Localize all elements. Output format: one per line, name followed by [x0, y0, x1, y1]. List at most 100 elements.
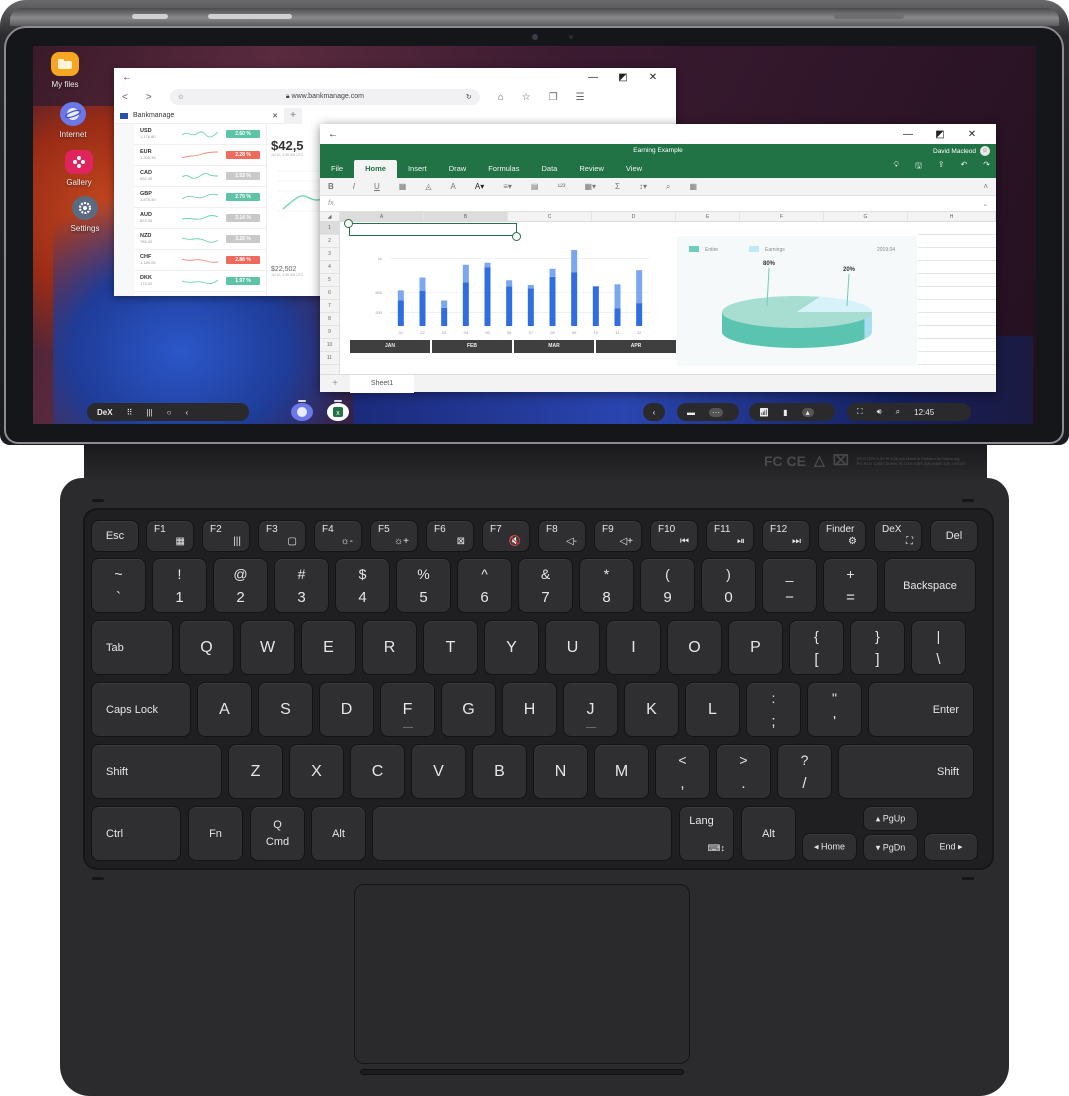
row-header[interactable]: 10: [320, 339, 339, 352]
key-f2[interactable]: F2 |||: [202, 520, 250, 552]
key-symbol[interactable]: | \: [911, 620, 966, 675]
key-home[interactable]: ◂ Home: [802, 833, 857, 861]
key-end[interactable]: End ▸: [924, 833, 978, 861]
key-finder[interactable]: Finder ⚙: [818, 520, 866, 552]
key-m[interactable]: M: [594, 744, 649, 799]
selected-range[interactable]: [349, 223, 517, 236]
key-7[interactable]: & 7: [518, 558, 573, 613]
tab-formulas[interactable]: Formulas: [477, 160, 530, 178]
key-y[interactable]: Y: [484, 620, 539, 675]
key-pgdn[interactable]: ▾ PgDn: [863, 834, 918, 861]
tabs-icon[interactable]: ❐: [549, 92, 558, 103]
home-icon[interactable]: ⌂: [498, 92, 504, 103]
desktop-icon-my-files[interactable]: My files: [35, 52, 95, 89]
autosum-icon[interactable]: Σ: [615, 182, 620, 191]
key-f7[interactable]: F7 🔇: [482, 520, 530, 552]
reload-icon[interactable]: ↻: [466, 93, 472, 101]
cell-format-icon[interactable]: ▦▾: [584, 182, 596, 191]
key-a[interactable]: A: [197, 682, 252, 737]
table-icon[interactable]: ▦: [690, 182, 698, 191]
key-symbol[interactable]: }]: [850, 620, 905, 675]
battery-icon[interactable]: ▮: [783, 408, 787, 417]
key-symbol[interactable]: >.: [716, 744, 771, 799]
borders-icon[interactable]: ▦: [399, 182, 407, 191]
dex-button[interactable]: DeX: [97, 408, 113, 417]
font-color-dropdown-icon[interactable]: A▾: [475, 182, 484, 191]
back-arrow-icon[interactable]: ←: [328, 129, 338, 140]
selection-handle[interactable]: [512, 232, 521, 241]
row-header[interactable]: 3: [320, 248, 339, 261]
column-header[interactable]: A: [340, 212, 424, 221]
desktop-icon-gallery[interactable]: Gallery: [49, 150, 109, 187]
new-tab-button[interactable]: +: [284, 108, 302, 124]
tab-file[interactable]: File: [320, 160, 354, 178]
row-header[interactable]: 9: [320, 326, 339, 339]
key-v[interactable]: V: [411, 744, 466, 799]
key-symbol[interactable]: ~ `: [91, 558, 146, 613]
tab-draw[interactable]: Draw: [438, 160, 478, 178]
key-4[interactable]: $4: [335, 558, 390, 613]
key-cmd[interactable]: Q Cmd: [250, 806, 305, 861]
tab-insert[interactable]: Insert: [397, 160, 438, 178]
key-o[interactable]: O: [667, 620, 722, 675]
key-j[interactable]: J: [563, 682, 618, 737]
key-enter[interactable]: Enter: [868, 682, 974, 737]
key-6[interactable]: ^ 6: [457, 558, 512, 613]
undo-icon[interactable]: ↶: [961, 160, 968, 174]
column-header[interactable]: G: [824, 212, 908, 221]
fx-rate-row[interactable]: DKK 173.52 1.97 %: [134, 271, 266, 292]
formula-bar[interactable]: fx ⌄: [320, 196, 996, 212]
touchpad[interactable]: [354, 884, 690, 1064]
taskbar-app-excel[interactable]: x: [327, 400, 349, 421]
font-color-icon[interactable]: A: [451, 182, 456, 191]
more-icon[interactable]: ···: [709, 407, 723, 417]
key-e[interactable]: E: [301, 620, 356, 675]
key-ctrl[interactable]: Ctrl: [91, 806, 181, 861]
tab-review[interactable]: Review: [568, 160, 615, 178]
key-c[interactable]: C: [350, 744, 405, 799]
minimize-button[interactable]: —: [892, 129, 924, 140]
row-header[interactable]: 6: [320, 287, 339, 300]
nav-forward-button[interactable]: >: [146, 92, 152, 103]
key-left-alt[interactable]: Alt: [311, 806, 366, 861]
row-header[interactable]: 5: [320, 274, 339, 287]
key-f1[interactable]: F1 ▦: [146, 520, 194, 552]
underline-icon[interactable]: U: [374, 182, 380, 191]
key-pgup[interactable]: ▴ PgUp: [863, 806, 918, 831]
key-g[interactable]: G: [441, 682, 496, 737]
column-header[interactable]: F: [740, 212, 824, 221]
key-2[interactable]: @2: [213, 558, 268, 613]
key-q[interactable]: Q: [179, 620, 234, 675]
key-left-shift[interactable]: Shift: [91, 744, 222, 799]
save-icon[interactable]: 🖫: [915, 160, 922, 174]
key-x[interactable]: X: [289, 744, 344, 799]
key-5[interactable]: % 5: [396, 558, 451, 613]
key-f3[interactable]: F3 ▢: [258, 520, 306, 552]
quick-panel-icon[interactable]: ▴: [801, 407, 814, 417]
back-arrow-icon[interactable]: ←: [122, 72, 132, 83]
column-header[interactable]: C: [508, 212, 592, 221]
key-f12[interactable]: F12 ⏭: [762, 520, 810, 552]
key-tab[interactable]: Tab: [91, 620, 173, 675]
screenshot-icon[interactable]: ⛶: [857, 407, 863, 417]
add-sheet-button[interactable]: +: [320, 378, 350, 389]
key-f5[interactable]: F5 ☼+: [370, 520, 418, 552]
tab-close-icon[interactable]: ✕: [272, 112, 278, 120]
key-esc[interactable]: Esc: [91, 520, 139, 552]
key-s[interactable]: S: [258, 682, 313, 737]
share-icon[interactable]: ⇪: [938, 160, 945, 174]
tab-home[interactable]: Home: [354, 160, 397, 178]
key-symbol[interactable]: _ −: [762, 558, 817, 613]
fx-rate-row[interactable]: USD 1,176.80 2.60 %: [134, 124, 266, 145]
fill-color-icon[interactable]: ◬: [425, 182, 431, 191]
key-space[interactable]: [372, 806, 672, 861]
fx-rate-row[interactable]: CHF 1,189.05 2.88 %: [134, 250, 266, 271]
message-icon[interactable]: ▬: [687, 408, 695, 417]
home-circle-icon[interactable]: ○: [167, 408, 172, 417]
align-icon[interactable]: ≡▾: [503, 182, 512, 191]
column-header[interactable]: B: [424, 212, 508, 221]
key-l[interactable]: L: [685, 682, 740, 737]
collapse-tray-button[interactable]: ‹: [643, 403, 665, 421]
key-backspace[interactable]: Backspace: [884, 558, 976, 613]
key-9[interactable]: (9: [640, 558, 695, 613]
